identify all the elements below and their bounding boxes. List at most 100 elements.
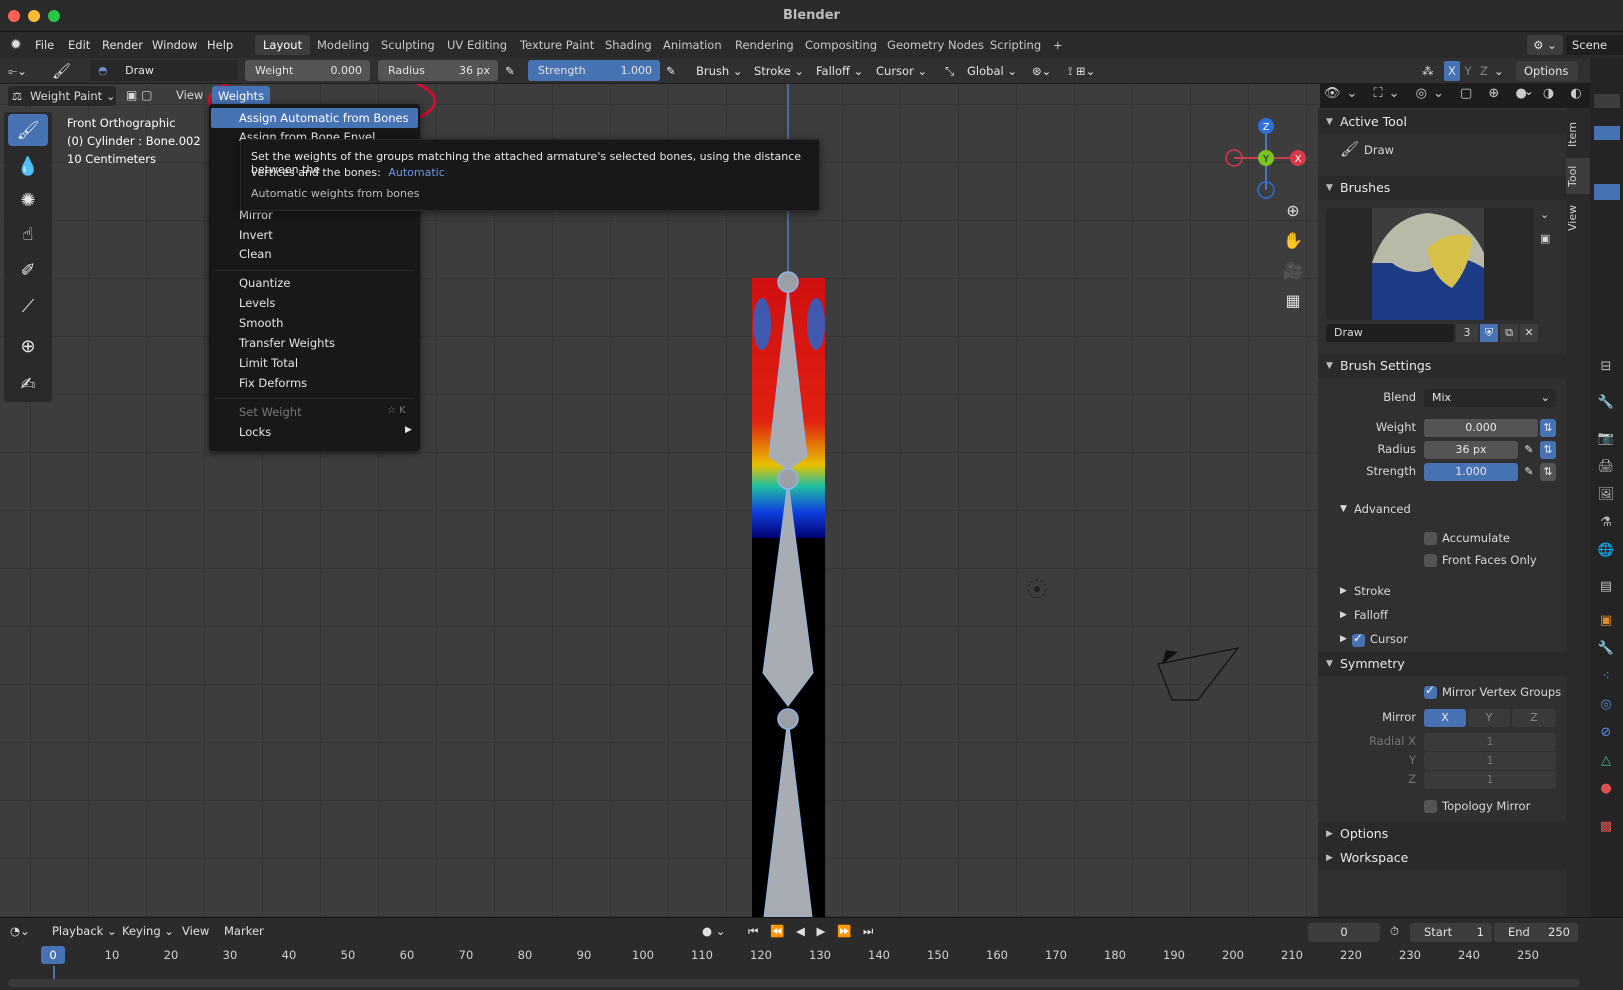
keying-menu[interactable]: Keying ⌄ xyxy=(122,924,174,938)
weights-menu-button[interactable]: Weights xyxy=(212,86,271,106)
radius-unified-icon[interactable]: ⇅ xyxy=(1540,441,1556,459)
marker-menu[interactable]: Marker xyxy=(224,924,264,938)
brush-preview-box[interactable] xyxy=(1326,208,1534,320)
brush-list-chevron-icon[interactable]: ⌄ xyxy=(1540,208,1549,221)
bone-joint-3[interactable] xyxy=(777,708,799,730)
menu-item-levels[interactable]: Levels xyxy=(239,296,275,310)
menu-item-transfer-weights[interactable]: Transfer Weights xyxy=(239,336,335,350)
object-properties-icon[interactable]: ▣ xyxy=(1594,610,1618,632)
tab-modeling[interactable]: Modeling xyxy=(309,35,377,55)
scene-selector-icon[interactable]: ⚙ ⌄ xyxy=(1527,35,1563,55)
menu-help[interactable]: Help xyxy=(207,32,233,58)
output-properties-icon[interactable]: 🖨 xyxy=(1594,456,1618,478)
radial-z-field[interactable]: 1 xyxy=(1424,771,1556,789)
tab-uv-editing[interactable]: UV Editing xyxy=(439,35,515,55)
orientation-menu[interactable]: Global ⌄ xyxy=(967,61,1017,81)
menu-item-fix-deforms[interactable]: Fix Deforms xyxy=(239,376,307,390)
strength-value-field[interactable]: 1.000 xyxy=(1424,463,1518,481)
tab-view[interactable]: View xyxy=(1566,200,1590,236)
topology-mirror-checkbox[interactable] xyxy=(1424,800,1437,813)
tab-geometry-nodes[interactable]: Geometry Nodes xyxy=(879,35,992,55)
tab-tool[interactable]: Tool xyxy=(1566,158,1590,194)
current-frame-field[interactable]: 0 xyxy=(1308,923,1380,942)
cursor-subpanel[interactable]: Cursor xyxy=(1370,632,1408,646)
outliner-armature-row[interactable] xyxy=(1594,184,1620,200)
workspace-section[interactable]: ▶ Workspace xyxy=(1318,846,1566,870)
playback-controls-icons[interactable]: ⏮ ⏪ ◀ ▶ ⏩ ⏭ xyxy=(748,924,877,939)
weight-unified-icon[interactable]: ⇅ xyxy=(1540,419,1556,437)
brush-selector[interactable]: ◓ Draw xyxy=(90,60,238,81)
brush-image-icon[interactable]: ▣ xyxy=(1540,232,1550,245)
brush-users-count[interactable]: 3 xyxy=(1456,324,1478,342)
falloff-subpanel[interactable]: Falloff xyxy=(1354,608,1388,622)
blender-logo-icon[interactable]: ✹ xyxy=(10,32,22,58)
cursor-expand-icon[interactable]: ▶ xyxy=(1340,634,1347,644)
tab-scripting[interactable]: Scripting xyxy=(982,35,1049,55)
start-frame-field[interactable]: Start 1 xyxy=(1410,923,1492,942)
mirror-z-toggle[interactable]: Z xyxy=(1512,709,1556,727)
blend-dropdown[interactable]: Mix ⌄ xyxy=(1424,389,1556,407)
tab-sculpting[interactable]: Sculpting xyxy=(373,35,443,55)
menu-window[interactable]: Window xyxy=(152,32,197,58)
timeline-editor-type-icon[interactable]: ◔⌄ xyxy=(10,924,30,938)
advanced-expand-icon[interactable]: ▼ xyxy=(1340,504,1347,514)
stroke-subpanel[interactable]: Stroke xyxy=(1354,584,1391,598)
strength-pressure-icon[interactable]: ✎ xyxy=(666,61,676,81)
symmetry-section[interactable]: ▼ Symmetry xyxy=(1318,652,1566,676)
pan-view-icon[interactable]: ✋ xyxy=(1280,227,1306,253)
menu-item-assign-automatic-from-bones[interactable]: Assign Automatic from Bones xyxy=(211,108,418,128)
brushes-section[interactable]: ▼ Brushes xyxy=(1318,176,1566,200)
duplicate-brush-icon[interactable]: ⧉ xyxy=(1500,324,1518,342)
weight-value-field[interactable]: 0.000 xyxy=(1424,419,1538,437)
accumulate-checkbox[interactable] xyxy=(1424,532,1437,545)
falloff-expand-icon[interactable]: ▶ xyxy=(1340,610,1347,620)
record-button-icon[interactable]: ● ⌄ xyxy=(702,924,725,938)
particles-properties-icon[interactable]: ⁖ xyxy=(1594,666,1618,688)
end-frame-field[interactable]: End 250 xyxy=(1494,923,1578,942)
options-menu[interactable]: Options ⌄ xyxy=(1516,61,1578,98)
tool-properties-icon[interactable]: 🔧 xyxy=(1594,392,1618,414)
brush-tool-icon[interactable]: 🖌 xyxy=(52,61,71,81)
bone-joint-1[interactable] xyxy=(777,271,799,293)
playhead-frame-label[interactable]: 0 xyxy=(41,946,65,964)
modifier-properties-icon[interactable]: 🔧 xyxy=(1594,638,1618,660)
outliner-selected-row[interactable] xyxy=(1594,126,1620,140)
front-faces-checkbox[interactable] xyxy=(1424,554,1437,567)
texture-properties-icon[interactable]: ▩ xyxy=(1594,816,1618,838)
physics-properties-icon[interactable]: ◎ xyxy=(1594,694,1618,716)
menu-item-locks[interactable]: Locks xyxy=(239,425,271,439)
tab-compositing[interactable]: Compositing xyxy=(797,35,885,55)
weight-field[interactable]: Weight 0.000 xyxy=(245,60,370,81)
symmetry-chevron-icon[interactable]: ⌄ xyxy=(1494,61,1504,81)
ortho-grid-icon[interactable]: ▦ xyxy=(1280,287,1306,313)
tab-rendering[interactable]: Rendering xyxy=(727,35,802,55)
tab-item[interactable]: Item xyxy=(1566,114,1590,154)
zoom-view-icon[interactable]: ⊕ xyxy=(1280,197,1306,223)
strength-field[interactable]: Strength 1.000 xyxy=(528,60,660,81)
radial-x-field[interactable]: 1 xyxy=(1424,733,1556,751)
constraints-properties-icon[interactable]: ⊘ xyxy=(1594,722,1618,744)
menu-item-smooth[interactable]: Smooth xyxy=(239,316,283,330)
cursor-menu[interactable]: Cursor ⌄ xyxy=(876,61,927,81)
viewport-shading-controls[interactable]: 👁⌄ ⛶⌄ ◎⌄ ▢ ⊕ ● ◑ ◐ ⌄ xyxy=(1324,86,1615,106)
orientation-icon[interactable]: ⤡ xyxy=(945,61,954,81)
radius-pressure-toggle-icon[interactable]: ✎ xyxy=(1520,441,1538,459)
brush-settings-section[interactable]: ▼ Brush Settings xyxy=(1318,354,1566,378)
menu-render[interactable]: Render xyxy=(102,32,143,58)
render-properties-icon[interactable]: 📷 xyxy=(1594,428,1618,450)
timeline-scrollbar[interactable] xyxy=(8,979,1580,987)
camera-view-icon[interactable]: 🎥 xyxy=(1280,257,1306,283)
stroke-expand-icon[interactable]: ▶ xyxy=(1340,586,1347,596)
radius-field[interactable]: Radius 36 px xyxy=(378,60,498,81)
tab-texture-paint[interactable]: Texture Paint xyxy=(512,35,602,55)
strength-pressure-toggle-icon[interactable]: ✎ xyxy=(1520,463,1538,481)
radius-value-field[interactable]: 36 px xyxy=(1424,441,1518,459)
mirror-x-toggle[interactable]: X xyxy=(1424,709,1466,727)
cursor-checkbox[interactable] xyxy=(1352,631,1365,647)
fake-user-icon[interactable]: ⛨ xyxy=(1480,324,1498,342)
radius-pressure-icon[interactable]: ✎ xyxy=(505,61,515,81)
collection-properties-icon[interactable]: ▤ xyxy=(1594,576,1618,598)
menu-edit[interactable]: Edit xyxy=(68,32,90,58)
properties-editor-icon[interactable]: ⊟ xyxy=(1594,356,1618,378)
menu-item-limit-total[interactable]: Limit Total xyxy=(239,356,298,370)
